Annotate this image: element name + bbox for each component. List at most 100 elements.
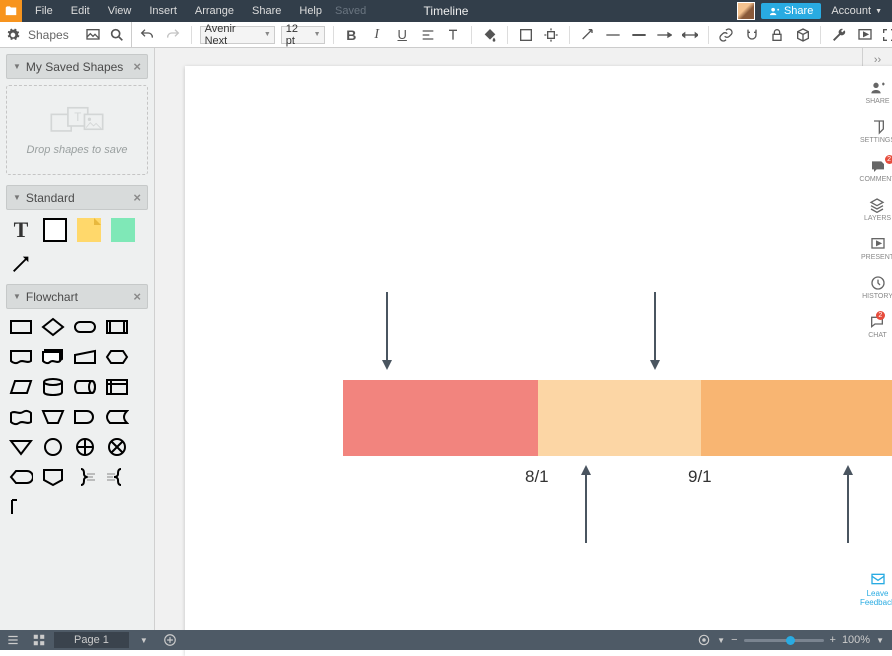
panel-settings[interactable]: SETTINGS [860, 119, 892, 144]
cube-button[interactable] [793, 25, 812, 45]
shape-block[interactable] [110, 218, 136, 242]
close-icon[interactable]: × [133, 190, 141, 205]
panel-standard[interactable]: ▼ Standard × [6, 185, 148, 210]
line-arrow-right[interactable] [655, 25, 674, 45]
panel-share[interactable]: SHARE [865, 80, 889, 105]
timeline-segment-1[interactable] [343, 380, 538, 456]
shape-note-corner[interactable] [8, 495, 34, 519]
panel-saved-shapes[interactable]: ▼ My Saved Shapes × [6, 54, 148, 79]
border-button[interactable] [516, 25, 535, 45]
page-tab[interactable]: Page 1 [54, 632, 129, 648]
image-icon[interactable] [85, 27, 101, 43]
shape-delay[interactable] [72, 405, 98, 429]
menu-insert[interactable]: Insert [140, 5, 186, 17]
align-button[interactable] [418, 25, 437, 45]
shape-preparation[interactable] [104, 345, 130, 369]
panel-comment[interactable]: 2COMMENT [859, 158, 892, 183]
timeline-segment-2[interactable] [538, 380, 701, 456]
zoom-in-button[interactable]: + [830, 634, 836, 646]
account-menu[interactable]: Account ▼ [821, 5, 892, 17]
menu-help[interactable]: Help [290, 5, 331, 17]
fullscreen-button[interactable] [879, 25, 892, 45]
zoom-slider[interactable] [744, 639, 824, 642]
menu-edit[interactable]: Edit [62, 5, 99, 17]
close-icon[interactable]: × [133, 59, 141, 74]
line-style-thick[interactable] [629, 25, 648, 45]
shape-manual-op[interactable] [40, 405, 66, 429]
magnet-button[interactable] [742, 25, 761, 45]
timeline-segment-3[interactable] [701, 380, 892, 456]
shape-direct-data[interactable] [72, 375, 98, 399]
target-icon[interactable] [697, 633, 711, 647]
font-select[interactable]: Avenir Next [200, 26, 275, 44]
canvas[interactable]: 8/1 9/1 10/1 [155, 48, 862, 630]
menu-view[interactable]: View [99, 5, 141, 17]
shape-internal-storage[interactable] [104, 375, 130, 399]
panel-history[interactable]: HISTORY [862, 275, 892, 300]
shape-merge[interactable] [8, 435, 34, 459]
link-button[interactable] [717, 25, 736, 45]
collapse-panel-button[interactable]: ›› [874, 54, 881, 66]
shape-display[interactable] [8, 465, 34, 489]
shape-connector[interactable] [40, 435, 66, 459]
leave-feedback-button[interactable]: Leave Feedback [860, 571, 892, 608]
font-size-select[interactable]: 12 pt [281, 26, 325, 44]
menu-share[interactable]: Share [243, 5, 290, 17]
shape-rectangle[interactable] [42, 218, 68, 242]
zoom-out-button[interactable]: − [731, 634, 737, 646]
fill-button[interactable] [480, 25, 499, 45]
wrench-button[interactable] [829, 25, 848, 45]
timeline-label-2[interactable]: 9/1 [688, 467, 712, 487]
line-arrow-both[interactable] [680, 25, 699, 45]
page-menu-button[interactable]: ▼ [131, 630, 157, 650]
position-button[interactable] [542, 25, 561, 45]
menu-file[interactable]: File [26, 5, 62, 17]
arrow-up-2[interactable] [841, 463, 855, 543]
search-icon[interactable] [109, 27, 125, 43]
text-button[interactable] [443, 25, 462, 45]
shape-terminator[interactable] [72, 315, 98, 339]
arrow-up-1[interactable] [579, 463, 593, 543]
shape-decision[interactable] [40, 315, 66, 339]
lock-button[interactable] [767, 25, 786, 45]
shape-multidoc[interactable] [40, 345, 66, 369]
line-button[interactable] [578, 25, 597, 45]
shape-paper-tape[interactable] [8, 405, 34, 429]
shape-process[interactable] [8, 315, 34, 339]
italic-button[interactable]: I [367, 25, 386, 45]
app-logo[interactable] [0, 0, 22, 22]
menu-arrange[interactable]: Arrange [186, 5, 243, 17]
shape-or[interactable] [72, 435, 98, 459]
shape-predefined[interactable] [104, 315, 130, 339]
shape-brace-left[interactable] [104, 465, 130, 489]
panel-chat[interactable]: 2CHAT [868, 314, 887, 339]
redo-button[interactable] [163, 25, 182, 45]
zoom-value-chevron[interactable]: ▼ [876, 636, 884, 645]
shape-text[interactable]: T [8, 218, 34, 242]
grid-view-button[interactable] [26, 630, 52, 650]
share-button[interactable]: Share [761, 3, 821, 19]
shape-document[interactable] [8, 345, 34, 369]
close-icon[interactable]: × [133, 289, 141, 304]
shape-off-page[interactable] [40, 465, 66, 489]
arrow-down-1[interactable] [380, 292, 394, 372]
bold-button[interactable]: B [342, 25, 361, 45]
panel-flowchart[interactable]: ▼ Flowchart × [6, 284, 148, 309]
shape-manual-input[interactable] [72, 345, 98, 369]
document-title[interactable]: Timeline [424, 4, 469, 18]
saved-shapes-dropzone[interactable]: T Drop shapes to save [6, 85, 148, 175]
list-view-button[interactable] [0, 630, 26, 650]
panel-present[interactable]: PRESENT [861, 236, 892, 261]
canvas-page[interactable] [185, 66, 892, 656]
shape-data[interactable] [8, 375, 34, 399]
undo-button[interactable] [138, 25, 157, 45]
shape-brace-right[interactable] [72, 465, 98, 489]
timeline-bar[interactable] [343, 380, 892, 456]
present-toggle[interactable] [855, 25, 875, 45]
underline-button[interactable]: U [392, 25, 411, 45]
add-page-button[interactable] [157, 630, 183, 650]
shape-database[interactable] [40, 375, 66, 399]
shape-stored-data[interactable] [104, 405, 130, 429]
shape-arrow[interactable] [8, 252, 34, 276]
shape-summing[interactable] [104, 435, 130, 459]
